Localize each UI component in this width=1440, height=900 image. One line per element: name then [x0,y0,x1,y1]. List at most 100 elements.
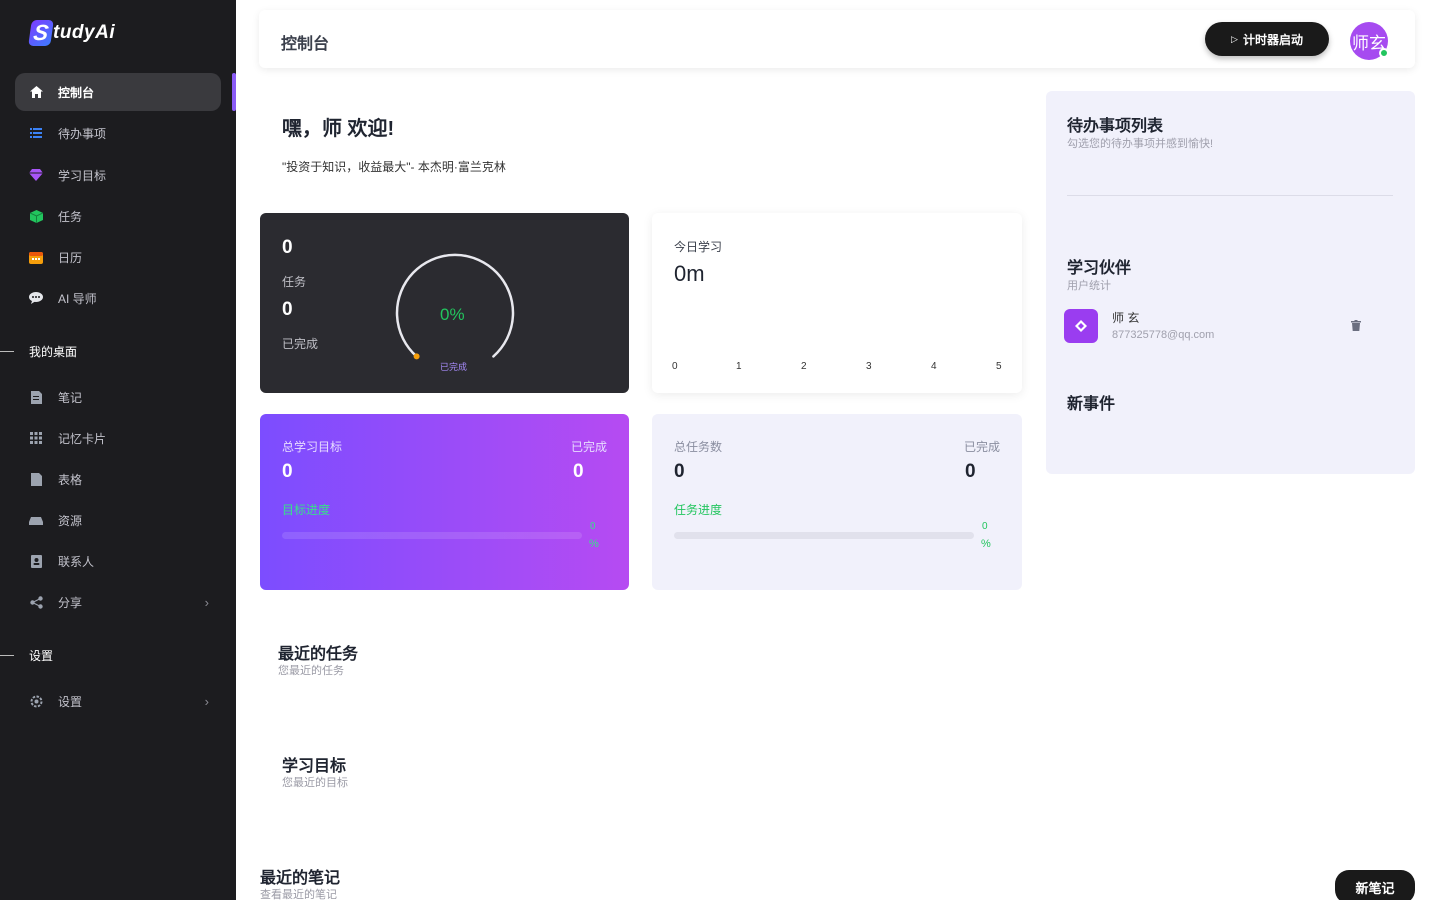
section-my-desk: 我的桌面 [0,343,77,360]
resource-icon [28,512,44,528]
gauge-label: 已完成 [440,362,468,372]
sidebar-item-resources[interactable]: 资源 [15,501,221,539]
right-panel: 待办事项列表 勾选您的待办事项并感到愉快! 学习伙伴 用户统计 师 玄 8773… [1046,91,1415,474]
recent-notes-subtitle: 查看最近的笔记 [260,889,337,900]
axis-tick: 5 [996,361,1002,372]
tasks-done-value: 0 [965,461,976,482]
task-progress-number: 0 [982,521,988,532]
greeting-quote: "投资于知识，收益最大"- 本杰明·富兰克林 [282,160,506,174]
task-progress-symbol: % [981,538,991,550]
done-count: 0 [282,299,293,320]
task-stats-card: 总任务数 已完成 0 0 任务进度 0 % [652,414,1022,590]
today-study-card: 今日学习 0m 0 1 2 3 4 5 [652,213,1022,393]
total-goals-title: 总学习目标 [282,440,343,454]
sheet-icon [28,471,44,487]
timer-button-label: 计时器启动 [1242,32,1303,47]
study-partner-subtitle: 用户统计 [1067,280,1111,292]
top-header: 控制台 ▷ 计时器启动 师玄 [259,10,1415,68]
axis-tick: 2 [801,361,807,372]
axis-tick: 0 [672,361,678,372]
sidebar-item-ai-tutor[interactable]: AI 导师 [15,279,221,317]
study-goals-subtitle: 您最近的目标 [282,777,348,789]
sidebar-item-tasks[interactable]: 任务 [15,197,221,235]
task-progress-label: 任务进度 [674,503,723,517]
sidebar-item-label: 待办事项 [58,126,107,141]
sidebar-item-label: AI 导师 [58,291,97,306]
sidebar-item-sheets[interactable]: 表格 [15,460,221,498]
logo-text: tudyAi [53,22,116,43]
goal-stats-card: 总学习目标 已完成 0 0 目标进度 0 % [260,414,629,590]
logo-badge: S [28,20,54,46]
goal-progress-bar [282,532,582,539]
calendar-icon [28,249,44,265]
tasks-count: 0 [282,237,293,258]
goals-done-title: 已完成 [570,440,607,454]
partner-name: 师 玄 [1112,311,1140,325]
list-icon [28,125,44,141]
axis-tick: 1 [736,361,742,372]
partner-avatar-icon[interactable] [1064,309,1098,343]
cube-icon [28,208,44,224]
sidebar-item-settings[interactable]: 设置 › [15,682,221,720]
sidebar-item-contacts[interactable]: 联系人 [15,542,221,580]
tasks-label: 任务 [282,275,307,289]
trash-icon[interactable] [1351,320,1361,334]
chat-icon [28,290,44,306]
sidebar-item-label: 笔记 [58,390,83,405]
sidebar-item-label: 记忆卡片 [58,431,107,446]
gem-icon [28,167,44,183]
sidebar-item-label: 日历 [58,250,83,265]
active-indicator [232,73,236,111]
partner-email: 877325778@qq.com [1112,329,1215,341]
goal-progress-symbol: % [589,538,599,550]
sidebar-item-goals[interactable]: 学习目标 [15,156,221,194]
contact-icon [28,553,44,569]
recent-notes-title: 最近的笔记 [260,870,341,887]
sidebar-item-flashcards[interactable]: 记忆卡片 [15,419,221,457]
sidebar: S tudyAi 控制台 待办事项 学习目标 任务 日历 AI 导师 我的桌面 … [0,0,236,900]
goal-progress-label: 目标进度 [282,503,331,517]
sidebar-item-label: 表格 [58,472,83,487]
divider [1067,195,1393,196]
gauge-marker [413,353,420,360]
play-icon: ▷ [1231,33,1238,44]
sidebar-item-label: 设置 [58,694,83,709]
axis-tick: 4 [931,361,937,372]
study-partner-title: 学习伙伴 [1067,260,1132,277]
sidebar-item-share[interactable]: 分享 › [15,583,221,621]
done-label: 已完成 [282,337,319,351]
share-icon [28,594,44,610]
study-axis: 0 1 2 3 4 5 [652,213,1022,393]
section-label: 设置 [29,649,54,663]
sidebar-item-notes[interactable]: 笔记 [15,378,221,416]
chevron-right-icon: › [204,693,209,709]
gear-icon [28,693,44,709]
sidebar-item-label: 资源 [58,513,83,528]
recent-tasks-subtitle: 您最近的任务 [278,665,344,677]
todo-list-title: 待办事项列表 [1067,118,1164,135]
total-tasks-value: 0 [674,461,685,482]
sidebar-item-label: 联系人 [58,554,95,569]
sidebar-item-todo[interactable]: 待办事项 [15,114,221,152]
timer-start-button[interactable]: ▷ 计时器启动 [1205,22,1329,56]
section-dash [0,655,14,656]
task-summary-card: 0 任务 0 已完成 0% 已完成 [260,213,629,393]
tasks-done-title: 已完成 [963,440,1000,454]
page-title: 控制台 [281,36,330,53]
online-status-dot [1379,48,1389,58]
app-logo[interactable]: S tudyAi [28,20,116,46]
sidebar-item-calendar[interactable]: 日历 [15,238,221,276]
home-icon [28,84,44,100]
todo-list-subtitle: 勾选您的待办事项并感到愉快! [1067,138,1214,150]
new-note-button[interactable]: 新笔记 [1335,870,1415,900]
goal-progress-number: 0 [590,521,596,532]
grid-icon [28,430,44,446]
total-tasks-title: 总任务数 [674,440,723,454]
sidebar-item-label: 分享 [58,595,83,610]
sidebar-item-dashboard[interactable]: 控制台 [15,73,221,111]
section-dash [0,351,14,352]
chevron-right-icon: › [204,594,209,610]
sidebar-item-label: 学习目标 [58,168,107,183]
goals-done-value: 0 [573,461,584,482]
task-progress-bar [674,532,974,539]
